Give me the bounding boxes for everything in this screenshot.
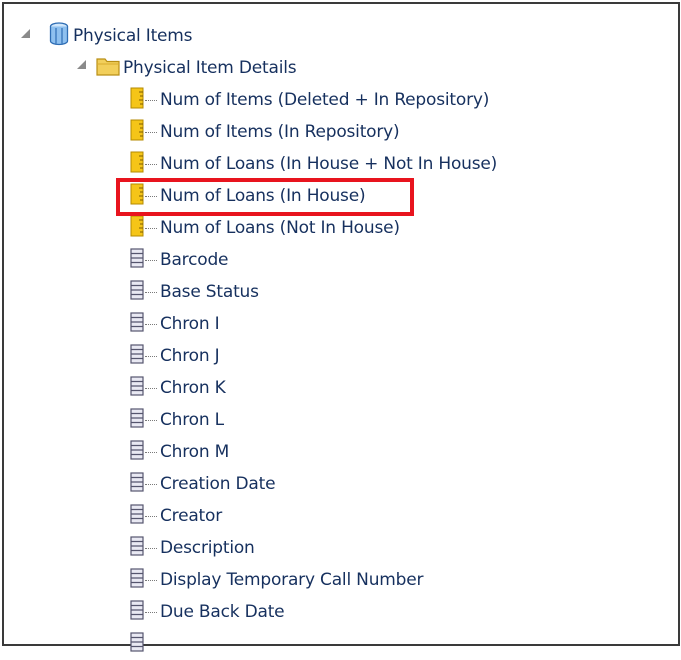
- tree-connector: [145, 323, 157, 325]
- tree-node-label: Chron J: [160, 346, 220, 366]
- folder-icon: [96, 56, 120, 80]
- tree-connector: [145, 131, 157, 133]
- attribute-icon: [130, 312, 144, 336]
- tree-connector: [145, 99, 157, 101]
- tree-connector: [145, 195, 157, 197]
- tree-node-label: Chron M: [160, 442, 230, 462]
- tree-node-label: Chron K: [160, 378, 226, 398]
- measure-icon: [130, 215, 144, 241]
- tree-node-label: Barcode: [160, 250, 229, 270]
- measure-icon: [130, 183, 144, 209]
- tree-node-physical-item-details[interactable]: Physical Item Details: [96, 52, 297, 84]
- tree-node-label: Num of Loans (In House): [160, 186, 366, 206]
- tree-connector: [145, 227, 157, 229]
- attribute-icon: [130, 600, 144, 624]
- tree-node-attribute[interactable]: Barcode: [130, 244, 228, 276]
- attribute-icon: [130, 568, 144, 592]
- tree-node-attribute[interactable]: Chron K: [130, 372, 226, 404]
- tree-node-label: Description: [160, 538, 255, 558]
- tree-connector: [145, 355, 157, 357]
- tree-node-measure[interactable]: Num of Items (Deleted + In Repository): [130, 84, 489, 116]
- tree-connector: [145, 451, 157, 453]
- expand-toggle-physical-items[interactable]: [21, 29, 30, 38]
- tree-node-attribute[interactable]: Creation Date: [130, 468, 276, 500]
- tree-node-attribute[interactable]: Base Status: [130, 276, 259, 308]
- tree-node-label: Physical Items: [73, 26, 193, 46]
- tree-connector: [145, 611, 157, 613]
- tree-node-attribute[interactable]: Chron I: [130, 308, 220, 340]
- tree-node-attribute[interactable]: Due Back Date: [130, 596, 285, 628]
- tree-node-attribute[interactable]: Chron L: [130, 404, 224, 436]
- tree-node-physical-items[interactable]: Physical Items: [48, 20, 193, 52]
- tree-node-label: Display Temporary Call Number: [160, 570, 424, 590]
- measure-icon: [130, 151, 144, 177]
- cube-icon: [48, 22, 70, 50]
- tree-node-attribute[interactable]: Creator: [130, 500, 222, 532]
- tree-node-attribute-partial[interactable]: [130, 628, 144, 660]
- tree-node-label: Physical Item Details: [123, 58, 297, 78]
- tree-node-label: Creation Date: [160, 474, 276, 494]
- tree-node-label: Chron I: [160, 314, 220, 334]
- tree-node-attribute[interactable]: Chron J: [130, 340, 220, 372]
- attribute-icon: [130, 344, 144, 368]
- attribute-icon: [130, 536, 144, 560]
- tree-node-label: Num of Items (In Repository): [160, 122, 400, 142]
- tree-node-attribute[interactable]: Display Temporary Call Number: [130, 564, 423, 596]
- tree-node-label: Num of Items (Deleted + In Repository): [160, 90, 490, 110]
- tree-connector: [145, 291, 157, 293]
- attribute-icon: [130, 632, 144, 656]
- tree-connector: [145, 163, 157, 165]
- tree-connector: [145, 579, 157, 581]
- tree-node-measure-highlighted[interactable]: Num of Loans (In House): [130, 180, 366, 212]
- tree-connector: [145, 387, 157, 389]
- tree-node-measure[interactable]: Num of Loans (Not In House): [130, 212, 400, 244]
- attribute-icon: [130, 472, 144, 496]
- tree-connector: [145, 547, 157, 549]
- tree-connector: [145, 259, 157, 261]
- tree-node-label: Chron L: [160, 410, 224, 430]
- tree-node-label: Num of Loans (In House + Not In House): [160, 154, 498, 174]
- tree-node-label: Due Back Date: [160, 602, 285, 622]
- attribute-icon: [130, 280, 144, 304]
- tree-node-attribute[interactable]: Description: [130, 532, 255, 564]
- tree-node-label: Base Status: [160, 282, 259, 302]
- measure-icon: [130, 119, 144, 145]
- attribute-icon: [130, 248, 144, 272]
- tree-node-measure[interactable]: Num of Loans (In House + Not In House): [130, 148, 497, 180]
- tree-node-label: Creator: [160, 506, 223, 526]
- expand-toggle-physical-item-details[interactable]: [77, 60, 86, 69]
- attribute-icon: [130, 376, 144, 400]
- tree-node-attribute[interactable]: Chron M: [130, 436, 229, 468]
- attribute-icon: [130, 504, 144, 528]
- tree-connector: [145, 419, 157, 421]
- measure-icon: [130, 87, 144, 113]
- tree-node-measure[interactable]: Num of Items (In Repository): [130, 116, 400, 148]
- tree-connector: [145, 515, 157, 517]
- subject-area-tree-panel: Physical Items Physical Item Details Num…: [2, 2, 680, 652]
- tree-node-label: Num of Loans (Not In House): [160, 218, 400, 238]
- tree-connector: [145, 483, 157, 485]
- attribute-icon: [130, 440, 144, 464]
- attribute-icon: [130, 408, 144, 432]
